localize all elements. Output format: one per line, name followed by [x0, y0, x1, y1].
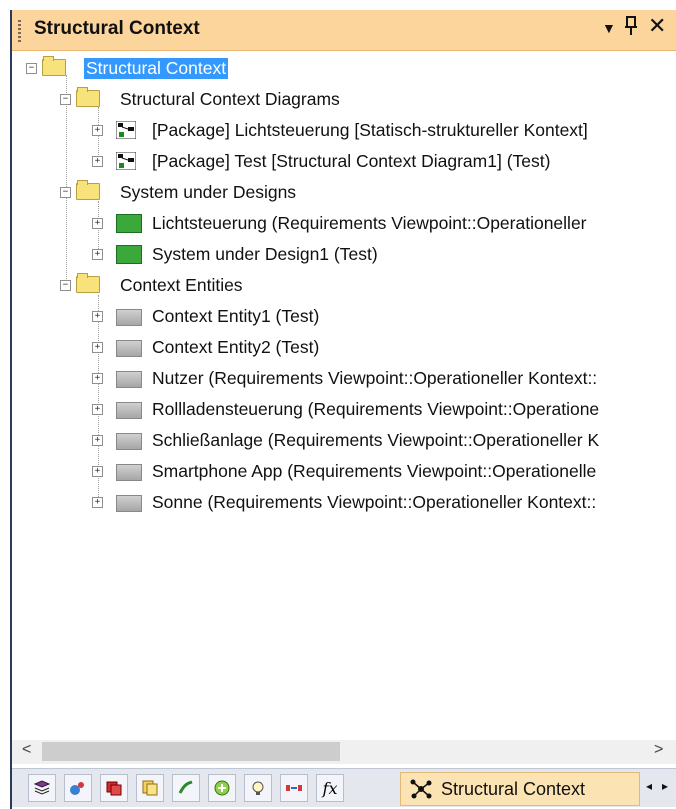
tree-node-label[interactable]: Structural Context Diagrams	[118, 89, 342, 110]
tree-node-label[interactable]: System under Design1 (Test)	[150, 244, 380, 265]
tree-node-label[interactable]: Schließanlage (Requirements Viewpoint::O…	[150, 430, 601, 451]
expand-toggle[interactable]: +	[92, 497, 103, 508]
tab-label: Structural Context	[441, 778, 586, 799]
stack-icon[interactable]	[100, 774, 128, 802]
collapse-toggle[interactable]: −	[26, 63, 37, 74]
panel-titlebar[interactable]: Structural Context ▼ ✕	[12, 10, 676, 51]
entity-block-icon	[116, 402, 142, 419]
tree-node-label[interactable]: Context Entities	[118, 275, 245, 296]
panel-title: Structural Context	[34, 18, 200, 39]
expand-toggle[interactable]: +	[92, 404, 103, 415]
tree-node-label[interactable]: Structural Context	[84, 58, 229, 79]
expand-toggle[interactable]: +	[92, 249, 103, 260]
collapse-toggle[interactable]: −	[60, 94, 71, 105]
add-icon[interactable]	[208, 774, 236, 802]
function-icon[interactable]: fx	[316, 774, 344, 802]
expand-toggle[interactable]: +	[92, 435, 103, 446]
book-icon[interactable]	[28, 774, 56, 802]
system-block-icon	[116, 245, 142, 264]
tab-structural-context[interactable]: Structural Context	[400, 772, 640, 806]
expand-toggle[interactable]: +	[92, 125, 103, 136]
horizontal-scrollbar[interactable]: < >	[12, 740, 676, 764]
tree-node-label[interactable]: Lichtsteuerung (Requirements Viewpoint::…	[150, 213, 589, 234]
collapse-toggle[interactable]: −	[60, 187, 71, 198]
tree-node-label[interactable]: Nutzer (Requirements Viewpoint::Operatio…	[150, 368, 599, 389]
system-block-icon	[116, 214, 142, 233]
folder-icon	[76, 180, 100, 200]
tab-scroll-right-button[interactable]: ▸	[662, 779, 668, 793]
scroll-left-button[interactable]: <	[22, 741, 31, 759]
notes-icon[interactable]	[136, 774, 164, 802]
entity-block-icon	[116, 433, 142, 450]
entity-block-icon	[116, 309, 142, 326]
folder-icon	[42, 56, 66, 76]
bulb-icon[interactable]	[244, 774, 272, 802]
entity-block-icon	[116, 371, 142, 388]
expand-toggle[interactable]: +	[92, 311, 103, 322]
expand-toggle[interactable]: +	[92, 373, 103, 384]
close-button[interactable]: ✕	[648, 13, 666, 39]
collapse-toggle[interactable]: −	[60, 280, 71, 291]
structure-tree[interactable]: − Structural Context − Structural Contex…	[12, 51, 676, 737]
palette-icon[interactable]	[64, 774, 92, 802]
tree-connector	[66, 75, 67, 285]
diagram-icon	[116, 152, 136, 170]
expand-toggle[interactable]: +	[92, 218, 103, 229]
folder-icon	[76, 87, 100, 107]
tree-node-label[interactable]: [Package] Lichtsteuerung [Statisch-struk…	[150, 120, 590, 141]
tab-scroll-left-button[interactable]: ◂	[646, 779, 652, 793]
structure-graph-icon	[410, 779, 432, 799]
scrollbar-thumb[interactable]	[42, 742, 340, 761]
dropdown-button[interactable]: ▼	[602, 20, 616, 36]
scroll-right-button[interactable]: >	[654, 741, 663, 759]
drag-grip-icon[interactable]	[18, 20, 21, 42]
structural-context-panel: Structural Context ▼ ✕ − Structural Cont…	[0, 0, 676, 809]
entity-block-icon	[116, 464, 142, 481]
pin-icon	[625, 16, 637, 35]
tree-node-label[interactable]: System under Designs	[118, 182, 298, 203]
tree-node-label[interactable]: Sonne (Requirements Viewpoint::Operation…	[150, 492, 598, 513]
expand-toggle[interactable]: +	[92, 156, 103, 167]
entity-block-icon	[116, 340, 142, 357]
folder-icon	[76, 273, 100, 293]
plugin-icon[interactable]	[172, 774, 200, 802]
tree-node-label[interactable]: Smartphone App (Requirements Viewpoint::…	[150, 461, 598, 482]
trace-icon[interactable]	[280, 774, 308, 802]
bottom-tab-bar: fx Structural Context ◂ ▸	[12, 768, 676, 807]
tree-node-label[interactable]: Rollladensteuerung (Requirements Viewpoi…	[150, 399, 601, 420]
tree-node-label[interactable]: Context Entity2 (Test)	[150, 337, 321, 358]
expand-toggle[interactable]: +	[92, 466, 103, 477]
tree-node-label[interactable]: Context Entity1 (Test)	[150, 306, 321, 327]
tree-node-label[interactable]: [Package] Test [Structural Context Diagr…	[150, 151, 552, 172]
diagram-icon	[116, 121, 136, 139]
pin-button[interactable]	[624, 16, 638, 41]
entity-block-icon	[116, 495, 142, 512]
expand-toggle[interactable]: +	[92, 342, 103, 353]
